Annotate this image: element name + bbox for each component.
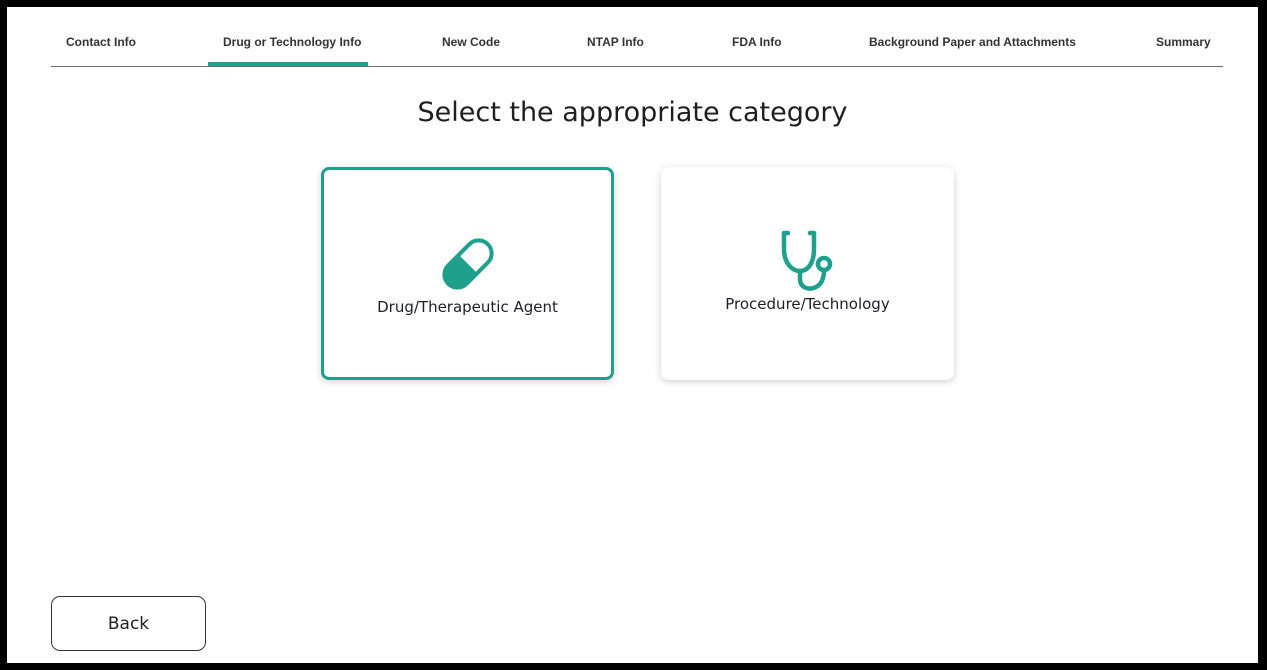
option-drug-therapeutic-agent[interactable]: Drug/Therapeutic Agent xyxy=(321,167,614,380)
page-title: Select the appropriate category xyxy=(417,97,848,128)
option-procedure-technology[interactable]: Procedure/Technology xyxy=(661,167,954,380)
pill-icon xyxy=(441,238,494,290)
stethoscope-icon xyxy=(781,230,832,291)
tab-new-code[interactable]: New Code xyxy=(442,35,500,49)
tab-summary[interactable]: Summary xyxy=(1156,35,1211,49)
tab-background-paper[interactable]: Background Paper and Attachments xyxy=(869,35,1076,49)
tab-contact-info[interactable]: Contact Info xyxy=(66,35,136,49)
tab-drug-or-technology-info[interactable]: Drug or Technology Info xyxy=(223,35,361,49)
step-tabs: Contact Info Drug or Technology Info New… xyxy=(51,7,1223,67)
option-label: Drug/Therapeutic Agent xyxy=(377,298,558,316)
active-tab-indicator xyxy=(208,62,368,66)
page-frame: Contact Info Drug or Technology Info New… xyxy=(7,7,1258,663)
back-button[interactable]: Back xyxy=(51,596,206,651)
tab-ntap-info[interactable]: NTAP Info xyxy=(587,35,644,49)
tab-fda-info[interactable]: FDA Info xyxy=(732,35,782,49)
option-label: Procedure/Technology xyxy=(725,295,890,313)
